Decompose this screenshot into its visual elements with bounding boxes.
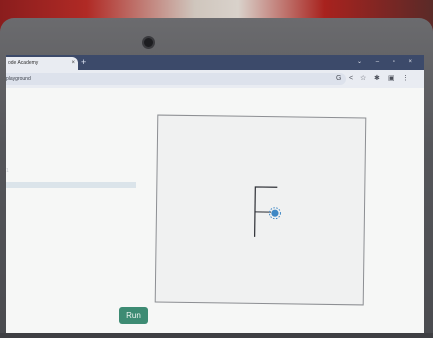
address-bar[interactable]: playground: [6, 73, 346, 85]
g-icon[interactable]: G: [336, 73, 341, 85]
editor-line-number: 1: [6, 168, 9, 174]
webcam: [142, 36, 155, 49]
browser-tab[interactable]: ode Academy ×: [6, 57, 78, 70]
page-content: 1 Run: [6, 88, 424, 333]
tab-title: ode Academy: [8, 60, 39, 66]
turtle-icon: [268, 207, 281, 220]
sidepanel-icon[interactable]: ▣: [388, 73, 395, 85]
extensions-icon[interactable]: ✱: [374, 73, 380, 85]
laptop-screen: ode Academy × + ⌄ – ▫ × playground G < ☆…: [6, 55, 424, 333]
laptop-photo: ode Academy × + ⌄ – ▫ × playground G < ☆…: [0, 0, 433, 338]
drawing-canvas[interactable]: [154, 114, 367, 306]
canvas-drawing: [254, 186, 281, 237]
run-button[interactable]: Run: [119, 307, 148, 324]
tab-close-icon[interactable]: ×: [71, 57, 75, 70]
window-controls[interactable]: ⌄ – ▫ ×: [357, 56, 418, 69]
new-tab-icon[interactable]: +: [81, 56, 86, 69]
address-text: playground: [6, 76, 31, 82]
code-editor-highlight: [6, 182, 136, 188]
share-icon[interactable]: <: [349, 73, 353, 85]
menu-icon[interactable]: ⋮: [402, 73, 409, 85]
browser-toolbar: playground G < ☆ ✱ ▣ ⋮: [6, 70, 424, 88]
laptop-lower-edge: [0, 333, 433, 338]
browser-tabstrip: ode Academy × + ⌄ – ▫ ×: [6, 55, 424, 70]
star-icon[interactable]: ☆: [360, 73, 366, 85]
